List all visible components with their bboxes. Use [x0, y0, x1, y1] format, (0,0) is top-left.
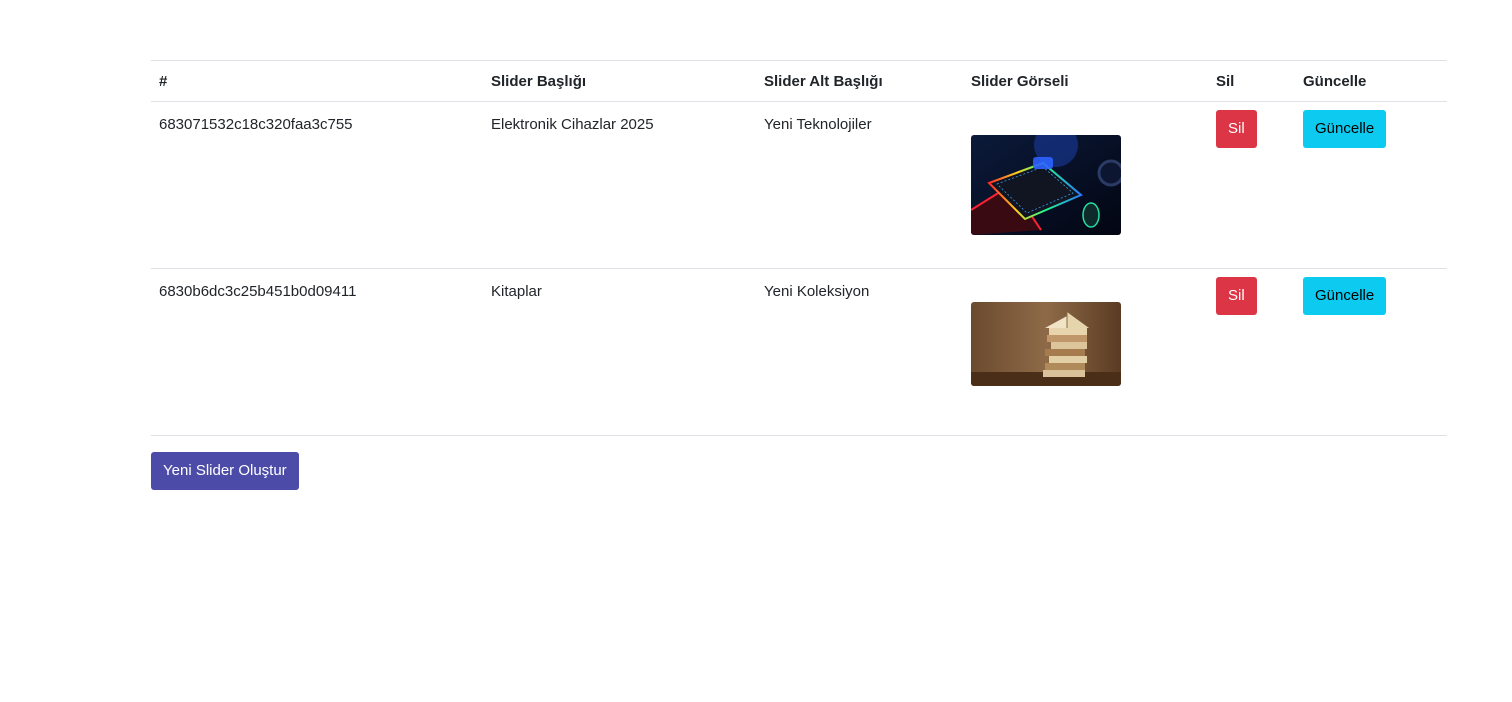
header-update: Güncelle [1295, 60, 1447, 102]
header-slider-title: Slider Başlığı [483, 60, 756, 102]
header-slider-subtitle: Slider Alt Başlığı [756, 60, 963, 102]
header-slider-image: Slider Görseli [963, 60, 1208, 102]
update-button[interactable]: Güncelle [1303, 277, 1387, 315]
book-stack-image [971, 302, 1121, 386]
row-id: 6830b6dc3c25b451b0d09411 [151, 268, 483, 436]
delete-button[interactable]: Sil [1216, 277, 1257, 315]
row-subtitle: Yeni Teknolojiler [756, 101, 963, 269]
row-id: 683071532c18c320faa3c755 [151, 101, 483, 269]
header-delete: Sil [1208, 60, 1295, 102]
delete-button[interactable]: Sil [1216, 110, 1257, 148]
table-row: 6830b6dc3c25b451b0d09411 Kitaplar Yeni K… [151, 268, 1447, 436]
slider-admin-panel: # Slider Başlığı Slider Alt Başlığı Slid… [151, 60, 1447, 490]
slider-table: # Slider Başlığı Slider Alt Başlığı Slid… [151, 60, 1447, 436]
gaming-keyboard-image [971, 135, 1121, 235]
table-header: # Slider Başlığı Slider Alt Başlığı Slid… [151, 60, 1447, 102]
table-row: 683071532c18c320faa3c755 Elektronik Ciha… [151, 101, 1447, 269]
update-button[interactable]: Güncelle [1303, 110, 1387, 148]
header-id: # [151, 60, 483, 102]
row-title: Elektronik Cihazlar 2025 [483, 101, 756, 269]
create-slider-button[interactable]: Yeni Slider Oluştur [151, 452, 299, 490]
row-title: Kitaplar [483, 268, 756, 436]
row-subtitle: Yeni Koleksiyon [756, 268, 963, 436]
